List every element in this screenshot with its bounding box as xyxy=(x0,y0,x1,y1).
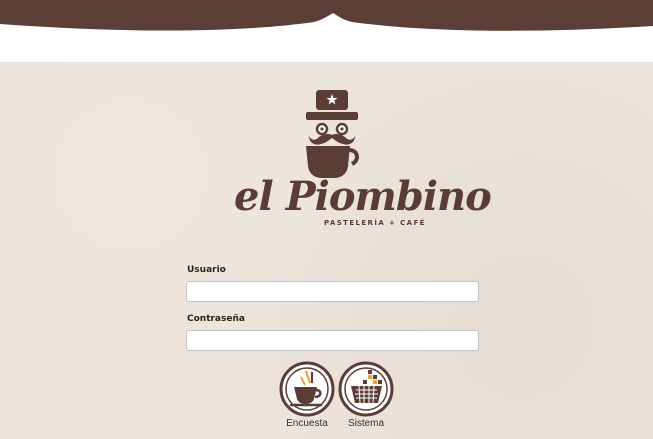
encuesta-button[interactable]: Encuesta xyxy=(279,361,335,433)
login-page: el Piombino PASTELERÍA + CAFÉ Usuario Co… xyxy=(0,0,653,439)
coffee-survey-icon xyxy=(279,361,335,417)
brand-logo: el Piombino PASTELERÍA + CAFÉ xyxy=(230,88,492,233)
brand-name: el Piombino xyxy=(234,173,492,220)
password-input[interactable] xyxy=(186,330,479,351)
mustache-cup-hat-icon xyxy=(306,90,359,178)
username-label: Usuario xyxy=(187,265,226,275)
sistema-button[interactable]: Sistema xyxy=(338,361,394,433)
brand-tagline: PASTELERÍA + CAFÉ xyxy=(324,219,426,227)
cake-basket-icon xyxy=(338,361,394,417)
sistema-label: Sistema xyxy=(347,418,385,429)
username-input[interactable] xyxy=(186,281,479,302)
password-label: Contraseña xyxy=(187,314,245,324)
header-wave xyxy=(0,0,653,31)
